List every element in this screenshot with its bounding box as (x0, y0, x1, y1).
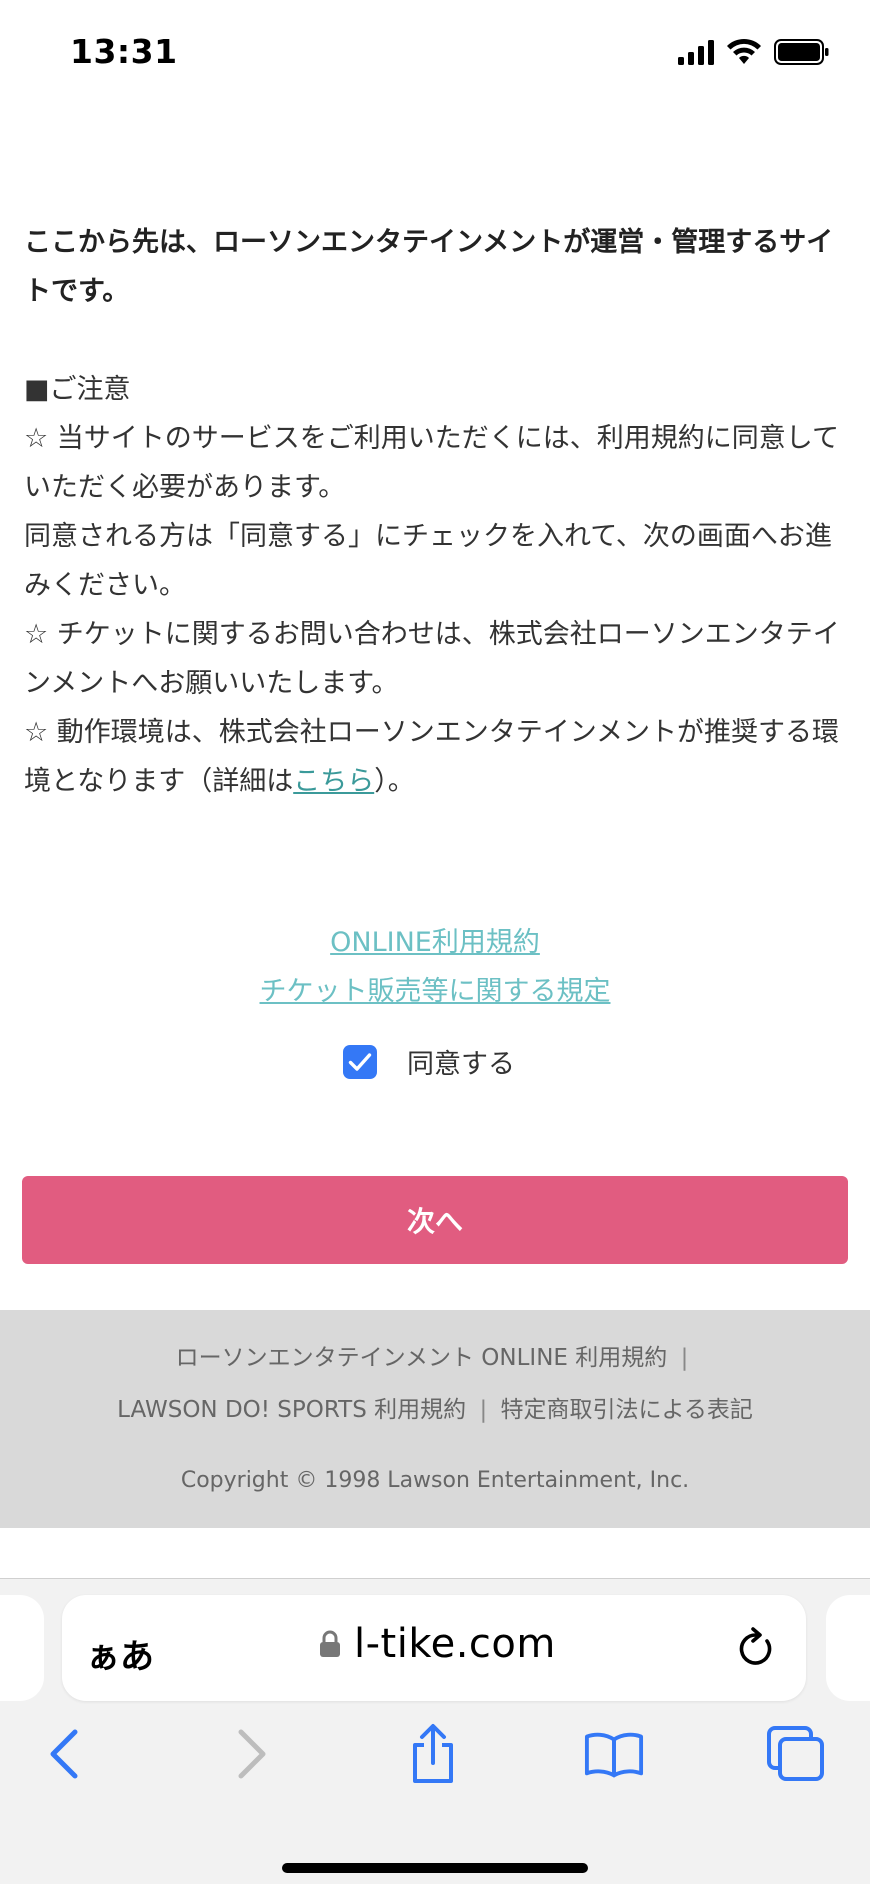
url-text[interactable]: l-tike.com (354, 1621, 556, 1667)
notice-environment-text: ☆ 動作環境は、株式会社ローソンエンタテインメントが推奨する環境となります（詳細… (24, 717, 839, 797)
browser-toolbar (0, 1719, 870, 1799)
previous-tab-preview[interactable] (0, 1595, 44, 1701)
notice-environment-close: ）。 (374, 766, 415, 797)
footer-link-sports-terms[interactable]: LAWSON DO! SPORTS 利用規約 (117, 1397, 466, 1423)
policy-links: ONLINE利用規約 チケット販売等に関する規定 (0, 918, 870, 1016)
share-button[interactable] (403, 1719, 463, 1789)
footer-separator: | (479, 1397, 488, 1423)
notice-item-agree-instruction: 同意される方は「同意する」にチェックを入れて、次の画面へお進みください。 (24, 521, 832, 601)
status-time: 13:31 (70, 32, 178, 71)
chevron-right-icon (238, 1729, 266, 1779)
environment-details-link[interactable]: こちら (293, 766, 374, 797)
next-tab-preview[interactable] (826, 1595, 870, 1701)
status-bar: 13:31 (0, 0, 870, 110)
tabs-button[interactable] (766, 1719, 826, 1789)
lock-icon (320, 1630, 340, 1657)
agree-label[interactable]: 同意する (407, 1042, 515, 1081)
footer-row-1: ローソンエンタテインメント ONLINE 利用規約 | (0, 1338, 870, 1372)
footer-separator: | (680, 1345, 689, 1371)
agree-checkbox[interactable] (343, 1044, 377, 1079)
ticket-rules-link[interactable]: チケット販売等に関する規定 (0, 967, 870, 1016)
wifi-icon (727, 38, 761, 64)
status-icons (678, 38, 830, 66)
url-display[interactable]: l-tike.com (318, 1621, 556, 1667)
agree-checkbox-row[interactable]: 同意する (343, 1042, 515, 1081)
main-content: ここから先は、ローソンエンタテインメントが運営・管理するサイトです。 ■ご注意 … (24, 218, 846, 806)
tabs-icon (767, 1726, 824, 1781)
footer: ローソンエンタテインメント ONLINE 利用規約 | LAWSON DO! S… (0, 1310, 870, 1528)
online-terms-link[interactable]: ONLINE利用規約 (0, 918, 870, 967)
notice-section: ■ご注意 ☆ 当サイトのサービスをご利用いただくには、利用規約に同意していただく… (24, 365, 846, 806)
chevron-left-icon (50, 1729, 78, 1779)
home-indicator (282, 1863, 588, 1873)
lead-text: ここから先は、ローソンエンタテインメントが運営・管理するサイトです。 (24, 227, 834, 307)
footer-row-2: LAWSON DO! SPORTS 利用規約 | 特定商取引法による表記 (0, 1390, 870, 1424)
reload-icon[interactable] (736, 1627, 776, 1669)
notice-item-environment: ☆ 動作環境は、株式会社ローソンエンタテインメントが推奨する環境となります（詳細… (24, 708, 846, 806)
notice-item-inquiries: ☆ チケットに関するお問い合わせは、株式会社ローソンエンタテインメントへお願いい… (24, 619, 840, 699)
notice-title: ■ご注意 (24, 374, 131, 405)
next-button[interactable]: 次へ (22, 1176, 848, 1264)
page-settings-button[interactable]: ぁあ (86, 1629, 154, 1678)
footer-link-commerce-law[interactable]: 特定商取引法による表記 (501, 1397, 753, 1423)
address-bar[interactable]: ぁあ l-tike.com (62, 1595, 806, 1701)
notice-item-terms: ☆ 当サイトのサービスをご利用いただくには、利用規約に同意していただく必要があり… (24, 423, 839, 503)
cellular-signal-icon (678, 39, 714, 65)
book-icon (584, 1732, 644, 1778)
checkmark-icon (348, 1052, 372, 1071)
share-icon (413, 1724, 453, 1783)
browser-chrome: ぁあ l-tike.com (0, 1578, 870, 1884)
footer-link-online-terms[interactable]: ローソンエンタテインメント ONLINE 利用規約 (176, 1345, 668, 1371)
forward-button[interactable] (222, 1719, 282, 1789)
bookmarks-button[interactable] (584, 1719, 644, 1789)
battery-icon (774, 39, 829, 65)
copyright: Copyright © 1998 Lawson Entertainment, I… (180, 1468, 690, 1493)
back-button[interactable] (34, 1719, 94, 1789)
